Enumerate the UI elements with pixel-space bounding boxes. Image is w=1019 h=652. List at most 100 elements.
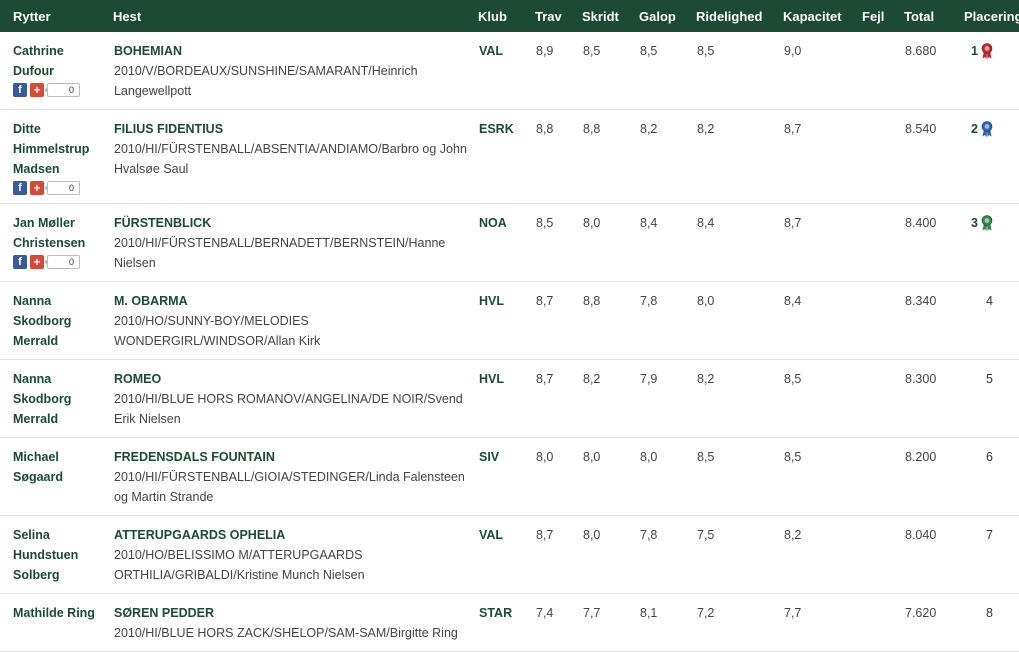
ridelighed-score: 7,2 bbox=[697, 606, 715, 620]
placering-value: 5 bbox=[986, 372, 993, 386]
horse-cell: ROMEO 2010/HI/BLUE HORS ROMANOV/ANGELINA… bbox=[113, 360, 478, 438]
horse-pedigree: 2010/HO/SUNNY-BOY/MELODIES WONDERGIRL/WI… bbox=[114, 314, 321, 348]
placering-value: 6 bbox=[986, 450, 993, 464]
ridelighed-score: 8,2 bbox=[697, 122, 715, 136]
rider-cell: Ditte Himmelstrup Madsen f + 0 bbox=[0, 110, 113, 204]
horse-cell: FREDENSDALS FOUNTAIN 2010/HI/FÜRSTENBALL… bbox=[113, 438, 478, 516]
rider-name[interactable]: Nanna Skodborg Merrald bbox=[13, 369, 103, 429]
rosette-icon bbox=[981, 215, 993, 231]
header-trav[interactable]: Trav bbox=[535, 0, 582, 32]
horse-name[interactable]: ROMEO bbox=[114, 369, 477, 389]
galop-score: 8,1 bbox=[640, 606, 658, 620]
skridt-score: 8,0 bbox=[583, 528, 601, 542]
fejl-score bbox=[862, 516, 904, 594]
horse-name[interactable]: SØREN PEDDER bbox=[114, 603, 477, 623]
skridt-score: 8,0 bbox=[583, 450, 601, 464]
horse-name[interactable]: BOHEMIAN bbox=[114, 41, 477, 61]
fejl-score bbox=[862, 204, 904, 282]
placering-cell: 2 bbox=[964, 110, 1019, 204]
ridelighed-score: 8,5 bbox=[697, 44, 715, 58]
galop-score: 7,9 bbox=[640, 372, 658, 386]
header-skridt[interactable]: Skridt bbox=[582, 0, 639, 32]
club-cell: NOA bbox=[479, 216, 507, 230]
club-cell: HVL bbox=[479, 294, 504, 308]
placering-value: 8 bbox=[986, 606, 993, 620]
rider-name[interactable]: Cathrine Dufour bbox=[13, 41, 103, 81]
rider-name[interactable]: Selina Hundstuen Solberg bbox=[13, 525, 103, 585]
total-score: 8.040 bbox=[905, 528, 937, 542]
header-ridelighed[interactable]: Ridelighed bbox=[696, 0, 783, 32]
ridelighed-score: 8,2 bbox=[697, 372, 715, 386]
google-plus-icon[interactable]: + bbox=[30, 255, 44, 269]
galop-score: 8,2 bbox=[640, 122, 658, 136]
header-club[interactable]: Klub bbox=[478, 0, 535, 32]
facebook-icon[interactable]: f bbox=[13, 83, 27, 97]
header-galop[interactable]: Galop bbox=[639, 0, 696, 32]
header-horse[interactable]: Hest bbox=[113, 0, 478, 32]
rider-name[interactable]: Michael Søgaard bbox=[13, 447, 103, 487]
kapacitet-score: 7,7 bbox=[784, 606, 802, 620]
table-row: Michael Søgaard FREDENSDALS FOUNTAIN 201… bbox=[0, 438, 1019, 516]
fejl-score bbox=[862, 110, 904, 204]
table-row: Selina Hundstuen Solberg ATTERUPGAARDS O… bbox=[0, 516, 1019, 594]
skridt-score: 8,0 bbox=[583, 216, 601, 230]
skridt-score: 8,2 bbox=[583, 372, 601, 386]
ridelighed-score: 7,5 bbox=[697, 528, 715, 542]
horse-pedigree: 2010/HI/FÜRSTENBALL/ABSENTIA/ANDIAMO/Bar… bbox=[114, 142, 467, 176]
placering-badge: 3 bbox=[971, 213, 993, 233]
placering-cell: 3 bbox=[964, 204, 1019, 282]
placering-value: 7 bbox=[986, 528, 993, 542]
horse-name[interactable]: ATTERUPGAARDS OPHELIA bbox=[114, 525, 477, 545]
horse-cell: FILIUS FIDENTIUS 2010/HI/FÜRSTENBALL/ABS… bbox=[113, 110, 478, 204]
kapacitet-score: 9,0 bbox=[784, 44, 802, 58]
horse-name[interactable]: M. OBARMA bbox=[114, 291, 477, 311]
horse-name[interactable]: FREDENSDALS FOUNTAIN bbox=[114, 447, 477, 467]
kapacitet-score: 8,4 bbox=[784, 294, 802, 308]
skridt-score: 7,7 bbox=[583, 606, 601, 620]
rider-cell: Cathrine Dufour f + 0 bbox=[0, 32, 113, 110]
rider-name[interactable]: Mathilde Ring bbox=[13, 603, 103, 623]
horse-name[interactable]: FÜRSTENBLICK bbox=[114, 213, 477, 233]
google-plus-icon[interactable]: + bbox=[30, 181, 44, 195]
kapacitet-score: 8,2 bbox=[784, 528, 802, 542]
header-placering[interactable]: Placering bbox=[964, 0, 1019, 32]
placering-cell: 6 bbox=[964, 438, 1019, 516]
placering-value: 1 bbox=[971, 44, 978, 58]
header-fejl[interactable]: Fejl bbox=[862, 0, 904, 32]
horse-name[interactable]: FILIUS FIDENTIUS bbox=[114, 119, 477, 139]
header-total[interactable]: Total bbox=[904, 0, 964, 32]
facebook-icon[interactable]: f bbox=[13, 181, 27, 195]
facebook-icon[interactable]: f bbox=[13, 255, 27, 269]
header-kapacitet[interactable]: Kapacitet bbox=[783, 0, 862, 32]
table-row: Nanna Skodborg Merrald ROMEO 2010/HI/BLU… bbox=[0, 360, 1019, 438]
rider-name[interactable]: Nanna Skodborg Merrald bbox=[13, 291, 103, 351]
share-count: 0 bbox=[44, 181, 80, 195]
club-cell: ESRK bbox=[479, 122, 514, 136]
kapacitet-score: 8,7 bbox=[784, 122, 802, 136]
google-plus-icon[interactable]: + bbox=[30, 83, 44, 97]
rosette-icon bbox=[981, 43, 993, 59]
horse-pedigree: 2010/HI/BLUE HORS ROMANOV/ANGELINA/DE NO… bbox=[114, 392, 463, 426]
club-cell: VAL bbox=[479, 44, 504, 58]
galop-score: 7,8 bbox=[640, 294, 658, 308]
rider-cell: Mathilde Ring bbox=[0, 594, 113, 652]
trav-score: 8,5 bbox=[536, 216, 554, 230]
rider-name[interactable]: Jan Møller Christensen bbox=[13, 213, 103, 253]
rider-name[interactable]: Ditte Himmelstrup Madsen bbox=[13, 119, 103, 179]
table-row: Mathilde Ring SØREN PEDDER 2010/HI/BLUE … bbox=[0, 594, 1019, 652]
total-score: 8.300 bbox=[905, 372, 937, 386]
horse-pedigree: 2010/HI/FÜRSTENBALL/BERNADETT/BERNSTEIN/… bbox=[114, 236, 446, 270]
trav-score: 8,7 bbox=[536, 294, 554, 308]
header-rider[interactable]: Rytter bbox=[0, 0, 113, 32]
horse-cell: ATTERUPGAARDS OPHELIA 2010/HO/BELISSIMO … bbox=[113, 516, 478, 594]
placering-badge: 1 bbox=[971, 41, 993, 61]
rider-cell: Nanna Skodborg Merrald bbox=[0, 360, 113, 438]
placering-value: 3 bbox=[971, 216, 978, 230]
placering-cell: 5 bbox=[964, 360, 1019, 438]
skridt-score: 8,8 bbox=[583, 122, 601, 136]
share-count: 0 bbox=[44, 255, 80, 269]
horse-pedigree: 2010/HI/FÜRSTENBALL/GIOIA/STEDINGER/Lind… bbox=[114, 470, 465, 504]
fejl-score bbox=[862, 438, 904, 516]
skridt-score: 8,8 bbox=[583, 294, 601, 308]
ridelighed-score: 8,4 bbox=[697, 216, 715, 230]
